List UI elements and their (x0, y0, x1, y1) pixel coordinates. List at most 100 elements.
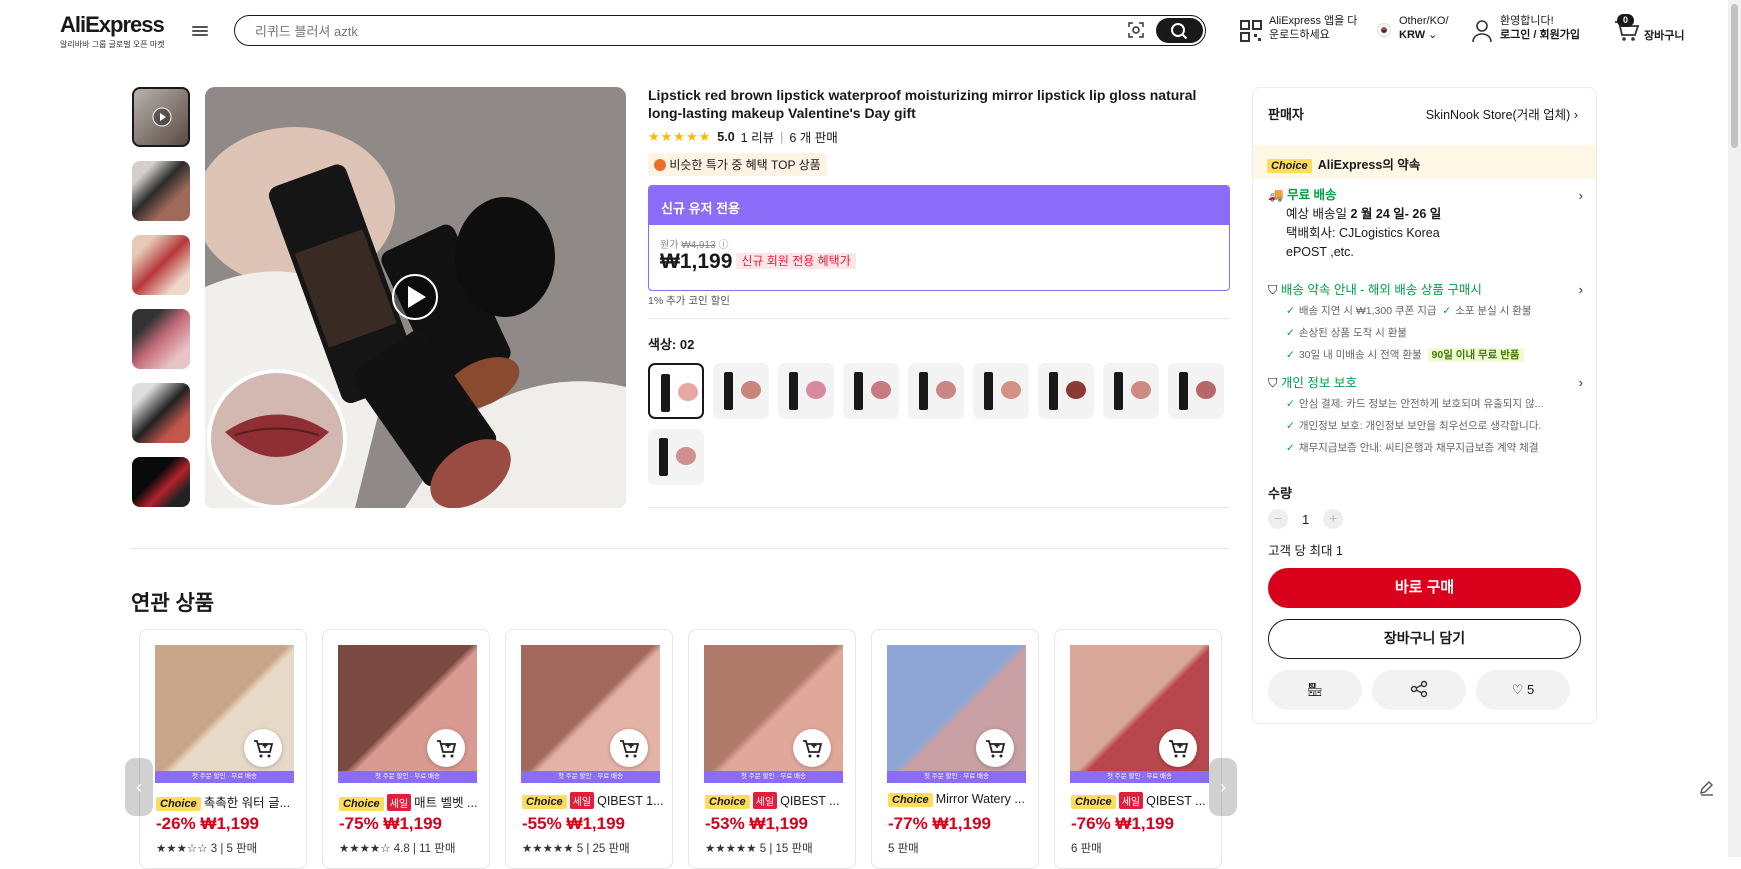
review-count[interactable]: 1 리뷰 (741, 127, 774, 146)
color-swatch[interactable] (713, 363, 769, 419)
color-swatch[interactable] (1103, 363, 1159, 419)
store-button[interactable]: 🏪︎ (1268, 670, 1362, 710)
thumbnail-image[interactable] (132, 309, 190, 369)
add-to-cart-button[interactable]: 장바구니 담기 (1268, 619, 1581, 659)
carousel-next-button[interactable]: › (1209, 758, 1237, 816)
swatch-tube (1049, 372, 1058, 410)
thumbnail-video[interactable] (132, 87, 190, 147)
related-product-image: 첫 주문 할인 · 무료 배송 (887, 645, 1026, 783)
check-icon: ✓ (1286, 420, 1295, 432)
related-product-title: QIBEST 1... (597, 794, 664, 808)
quantity-limit: 고객 당 최대 1 (1268, 544, 1343, 558)
shield-check-icon: ⛉ (1268, 376, 1278, 390)
play-icon (152, 107, 172, 127)
user-icon[interactable] (1471, 19, 1493, 43)
free-shipping-title: 무료 배송 (1287, 188, 1337, 202)
price-tag: 신규 회원 전용 혜택가 (736, 253, 856, 269)
related-product-meta: ★★★★☆ 4.8 | 11 판매 (339, 843, 456, 855)
color-swatch[interactable] (648, 363, 704, 419)
shipping-section[interactable]: 🚚 무료 배송 › 예상 배송일 2 월 24 일- 26 일 택배회사: CJL… (1268, 186, 1583, 262)
shield-icon: ⛉ (1268, 283, 1278, 297)
top-deal-text: 비슷한 특가 중 혜택 TOP 상품 (669, 158, 821, 172)
guarantee-item: 배송 지연 시 ₩1,300 쿠폰 지급 (1298, 305, 1437, 317)
chevron-right-icon: › (1578, 375, 1583, 390)
add-to-cart-icon[interactable] (427, 729, 465, 767)
check-icon: ✓ (1286, 349, 1295, 361)
korea-flag-icon (1377, 23, 1391, 37)
quantity-value[interactable]: 1 (1302, 512, 1309, 527)
choice-promise-banner: Choice AliExpress의 약속 (1253, 145, 1596, 179)
search-button[interactable] (1156, 17, 1203, 43)
swatch-tube (919, 372, 928, 410)
seller-name[interactable]: SkinNook Store(거래 업체) › (1426, 104, 1578, 123)
share-button[interactable] (1372, 670, 1466, 710)
related-product-card[interactable]: 첫 주문 할인 · 무료 배송 Choice 세일 QIBEST 1... -55% ₩… (505, 629, 673, 869)
app-download-link[interactable]: AliExpress 앱을 다 운로드하세요 (1269, 14, 1357, 42)
privacy-section[interactable]: ⛉ 개인 정보 보호 › ✓ 안심 결제: 카드 정보는 안전하게 보호되며 유출되… (1268, 373, 1583, 459)
region-selector[interactable]: Other/KO/ KRW ⌄ (1399, 14, 1449, 42)
thumbnail-list (132, 87, 190, 521)
thumbnail-image[interactable] (132, 457, 190, 507)
promo-ribbon: 첫 주문 할인 · 무료 배송 (155, 771, 294, 783)
decrease-button[interactable]: − (1268, 509, 1288, 529)
related-product-meta: ★★★★★ 5 | 15 판매 (705, 843, 813, 855)
related-product-card[interactable]: 첫 주문 할인 · 무료 배송 Choice 촉촉한 워터 글... -26% ₩1,… (139, 629, 307, 869)
swatch-tube (789, 372, 798, 410)
related-product-card[interactable]: 첫 주문 할인 · 무료 배송 Choice 세일 매트 벨벳 ... -75% ₩1,… (322, 629, 490, 869)
cart-label[interactable]: 장바구니 (1644, 29, 1684, 43)
related-product-image: 첫 주문 할인 · 무료 배송 (1070, 645, 1209, 783)
top-header: AliExpress 알리바바 그룹 글로벌 오픈 마켓 AliExpress … (0, 0, 1728, 62)
thumbnail-image[interactable] (132, 161, 190, 221)
aliexpress-logo[interactable]: AliExpress 알리바바 그룹 글로벌 오픈 마켓 (60, 12, 165, 50)
related-product-meta: 6 판매 (1071, 843, 1102, 855)
color-swatch[interactable] (648, 429, 704, 485)
thumbnail-image[interactable] (132, 383, 190, 443)
increase-button[interactable]: + (1323, 509, 1344, 529)
edit-icon[interactable] (1697, 778, 1717, 798)
choice-title: AliExpress의 약속 (1317, 158, 1421, 172)
related-product-title: Mirror Watery ... (935, 792, 1025, 806)
color-swatch[interactable] (973, 363, 1029, 419)
related-product-meta: ★★★☆☆ 3 | 5 판매 (156, 843, 258, 855)
related-product-image: 첫 주문 할인 · 무료 배송 (521, 645, 660, 783)
check-icon: ✓ (1286, 442, 1295, 454)
related-product-card[interactable]: 첫 주문 할인 · 무료 배송 Choice 세일 QIBEST ... -76% ₩1… (1054, 629, 1222, 869)
add-to-cart-icon[interactable] (793, 729, 831, 767)
color-swatch[interactable] (908, 363, 964, 419)
seller-row[interactable]: 판매자 SkinNook Store(거래 업체) › (1268, 104, 1578, 123)
related-product-card[interactable]: 첫 주문 할인 · 무료 배송 Choice Mirror Watery ... -7… (871, 629, 1039, 869)
promo-ribbon: 첫 주문 할인 · 무료 배송 (704, 771, 843, 783)
carousel-prev-button[interactable]: ‹ (125, 758, 153, 816)
main-product-image[interactable] (205, 87, 626, 508)
add-to-cart-icon[interactable] (610, 729, 648, 767)
search-input[interactable] (255, 22, 1095, 40)
color-swatch[interactable] (778, 363, 834, 419)
color-swatch[interactable] (843, 363, 899, 419)
login-link[interactable]: 환영합니다! 로그인 / 회원가입 (1500, 14, 1580, 42)
page-scrollbar[interactable] (1728, 0, 1741, 857)
color-swatch[interactable] (1168, 363, 1224, 419)
swatch-tube (984, 372, 993, 410)
shipping-est-label: 예상 배송일 (1286, 207, 1347, 221)
quantity-label: 수량 (1268, 486, 1292, 501)
wishlist-button[interactable]: ♡ 5 (1476, 670, 1570, 710)
buy-now-button[interactable]: 바로 구매 (1268, 568, 1581, 608)
welcome-text: 환영합니다! (1500, 15, 1554, 27)
swatch-lip (806, 381, 826, 399)
color-swatch[interactable] (1038, 363, 1094, 419)
heart-icon: ♡ (1511, 682, 1524, 697)
delivery-guarantee-section[interactable]: ⛉ 배송 약속 안내 - 해외 배송 상품 구매시 › ✓ 배송 지연 시 ₩1,3… (1268, 280, 1583, 366)
add-to-cart-icon[interactable] (244, 729, 282, 767)
app-line2: 운로드하세요 (1269, 29, 1330, 41)
add-to-cart-icon[interactable] (1159, 729, 1197, 767)
related-product-card[interactable]: 첫 주문 할인 · 무료 배송 Choice 세일 QIBEST ... -53% ₩1… (688, 629, 856, 869)
menu-icon[interactable] (192, 24, 208, 38)
image-search-icon[interactable] (1127, 21, 1145, 39)
thumbnail-image[interactable] (132, 235, 190, 295)
truck-icon: 🚚 (1268, 188, 1284, 202)
qr-code-icon[interactable] (1239, 19, 1263, 43)
choice-tag: Choice (522, 795, 567, 809)
search-icon (1171, 22, 1188, 39)
add-to-cart-icon[interactable] (976, 729, 1014, 767)
scrollbar-thumb[interactable] (1731, 4, 1738, 148)
